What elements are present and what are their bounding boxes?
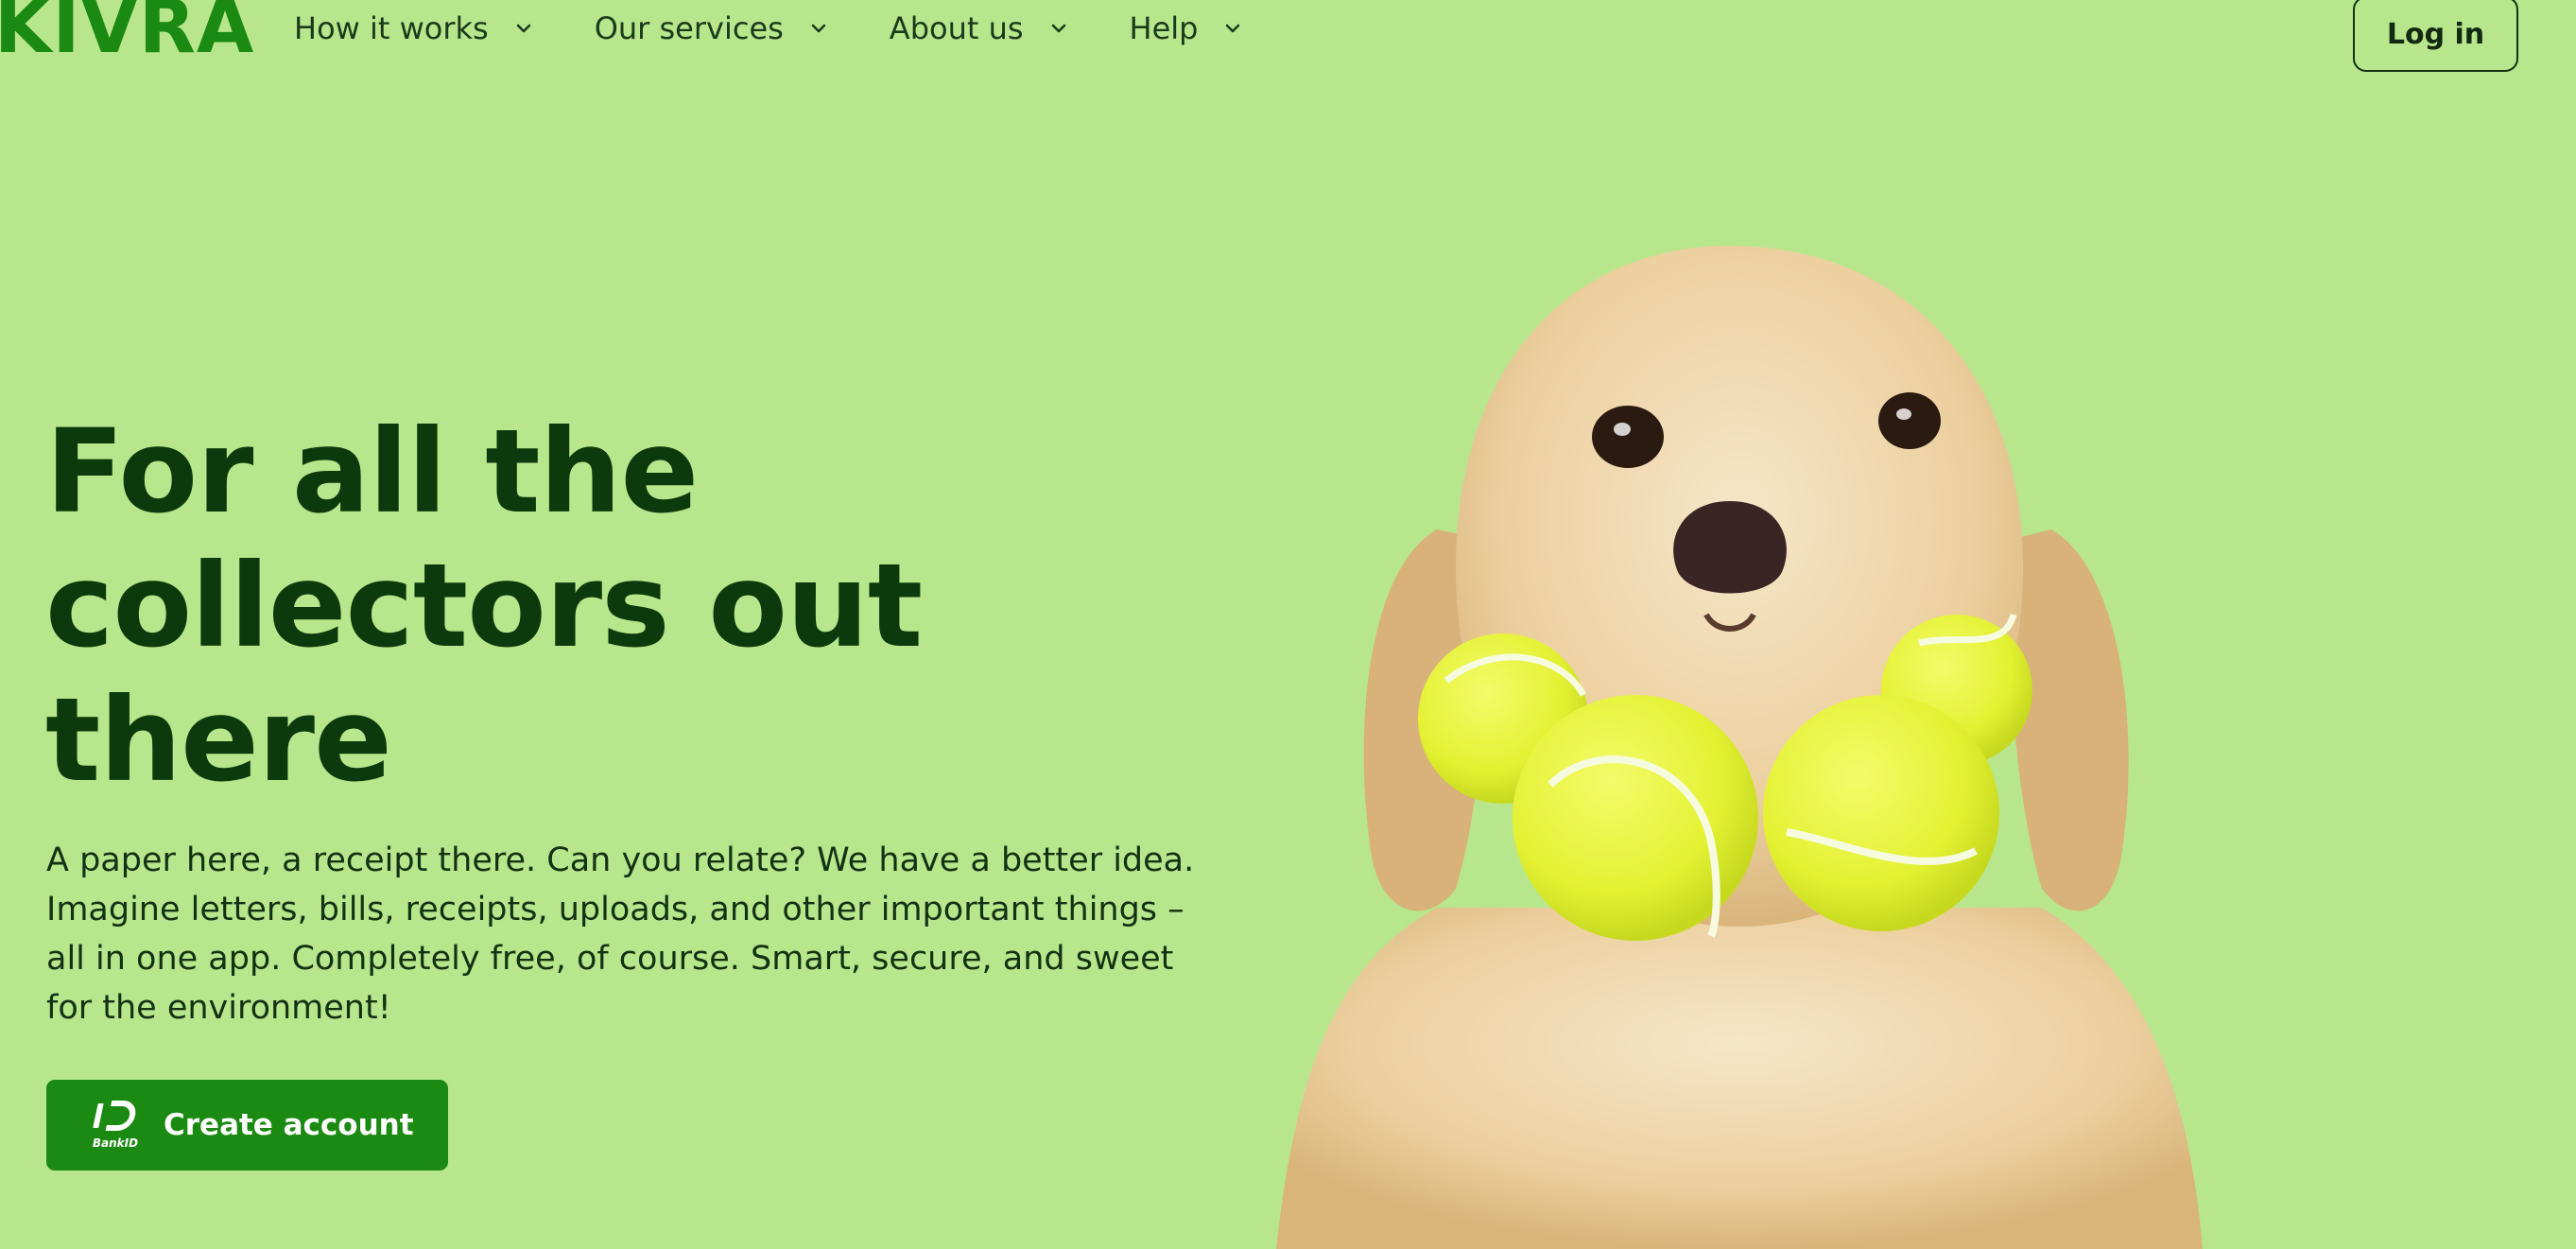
nav-help[interactable]: Help (1130, 10, 1244, 46)
dog-with-tennis-balls-image (1276, 246, 2203, 1249)
bankid-icon: BankID (93, 1101, 138, 1150)
nav-about-us[interactable]: About us (890, 10, 1069, 46)
create-account-label: Create account (164, 1108, 414, 1142)
login-button[interactable]: Log in (2353, 0, 2518, 72)
hero-title: For all the collectors out there (45, 405, 923, 807)
kivra-logo[interactable]: KIVRA (0, 0, 254, 64)
chevron-down-icon (516, 24, 530, 33)
main-nav: How it works Our services About us Help (294, 10, 1304, 46)
nav-label: Our services (594, 10, 784, 46)
nav-how-it-works[interactable]: How it works (294, 10, 534, 46)
create-account-button[interactable]: BankID Create account (46, 1080, 448, 1171)
nav-label: About us (889, 10, 1024, 46)
nav-label: Help (1129, 10, 1199, 46)
chevron-down-icon (1051, 24, 1065, 33)
bankid-icon-text: BankID (93, 1136, 138, 1150)
hero-description: A paper here, a receipt there. Can you r… (46, 841, 1195, 1027)
chevron-down-icon (811, 24, 826, 33)
nav-our-services[interactable]: Our services (595, 10, 829, 46)
nav-label: How it works (294, 10, 489, 46)
chevron-down-icon (1226, 24, 1240, 33)
